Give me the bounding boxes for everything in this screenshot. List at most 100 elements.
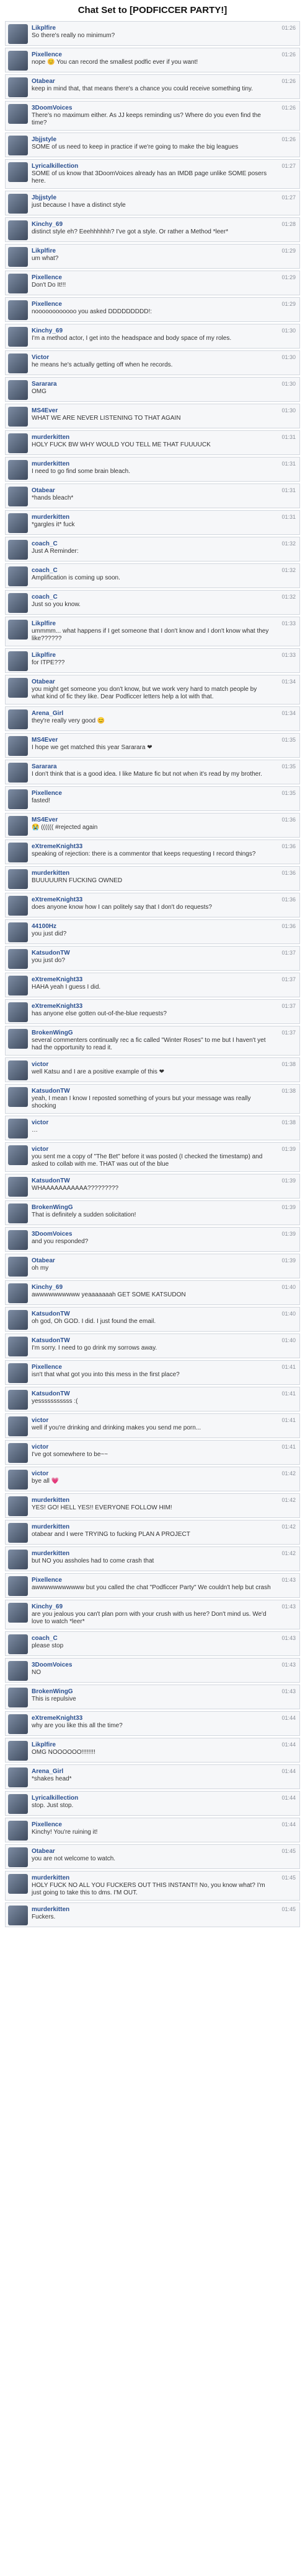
- user-avatar[interactable]: [8, 407, 28, 427]
- message-username[interactable]: Victor: [32, 353, 271, 362]
- user-avatar[interactable]: [8, 1496, 28, 1516]
- message-username[interactable]: KatsudonTW: [32, 1087, 271, 1095]
- message-username[interactable]: eXtremeKnight33: [32, 843, 271, 851]
- user-avatar[interactable]: [8, 1029, 28, 1049]
- message-username[interactable]: KatsudonTW: [32, 1177, 271, 1185]
- message-username[interactable]: Otabear: [32, 678, 271, 686]
- message-username[interactable]: eXtremeKnight33: [32, 1002, 271, 1010]
- message-username[interactable]: coach_C: [32, 540, 271, 548]
- user-avatar[interactable]: [8, 1119, 28, 1138]
- message-username[interactable]: MS4Ever: [32, 736, 271, 744]
- user-avatar[interactable]: [8, 843, 28, 862]
- user-avatar[interactable]: [8, 896, 28, 916]
- message-username[interactable]: eXtremeKnight33: [32, 896, 271, 904]
- message-username[interactable]: Sararara: [32, 380, 271, 388]
- message-username[interactable]: BrokenWingG: [32, 1688, 271, 1696]
- message-username[interactable]: coach_C: [32, 1634, 271, 1642]
- user-avatar[interactable]: [8, 1821, 28, 1841]
- user-avatar[interactable]: [8, 24, 28, 44]
- message-username[interactable]: Arena_Girl: [32, 1767, 271, 1776]
- user-avatar[interactable]: [8, 1390, 28, 1410]
- user-avatar[interactable]: [8, 274, 28, 293]
- message-username[interactable]: Pixellence: [32, 1821, 271, 1829]
- message-username[interactable]: Likplfire: [32, 1741, 271, 1749]
- message-username[interactable]: 3DoomVoices: [32, 104, 271, 112]
- message-username[interactable]: coach_C: [32, 593, 271, 601]
- user-avatar[interactable]: [8, 763, 28, 783]
- user-avatar[interactable]: [8, 1363, 28, 1383]
- user-avatar[interactable]: [8, 1257, 28, 1277]
- message-username[interactable]: Likplfire: [32, 24, 271, 32]
- user-avatar[interactable]: [8, 1688, 28, 1707]
- user-avatar[interactable]: [8, 162, 28, 182]
- user-avatar[interactable]: [8, 1906, 28, 1925]
- user-avatar[interactable]: [8, 136, 28, 155]
- message-username[interactable]: MS4Ever: [32, 407, 271, 415]
- user-avatar[interactable]: [8, 380, 28, 400]
- user-avatar[interactable]: [8, 949, 28, 969]
- user-avatar[interactable]: [8, 1337, 28, 1356]
- user-avatar[interactable]: [8, 540, 28, 560]
- message-username[interactable]: Jbjjstyle: [32, 194, 271, 202]
- user-avatar[interactable]: [8, 1603, 28, 1623]
- message-username[interactable]: Sararara: [32, 763, 271, 771]
- user-avatar[interactable]: [8, 1470, 28, 1490]
- message-username[interactable]: 3DoomVoices: [32, 1661, 271, 1669]
- user-avatar[interactable]: [8, 1576, 28, 1596]
- message-username[interactable]: BrokenWingG: [32, 1029, 271, 1037]
- user-avatar[interactable]: [8, 51, 28, 71]
- message-username[interactable]: Kinchy_69: [32, 327, 271, 335]
- user-avatar[interactable]: [8, 104, 28, 124]
- user-avatar[interactable]: [8, 77, 28, 97]
- user-avatar[interactable]: [8, 1283, 28, 1303]
- user-avatar[interactable]: [8, 1060, 28, 1080]
- user-avatar[interactable]: [8, 1661, 28, 1681]
- message-username[interactable]: victor: [32, 1443, 271, 1451]
- user-avatar[interactable]: [8, 513, 28, 533]
- message-username[interactable]: Kinchy_69: [32, 1603, 271, 1611]
- message-username[interactable]: KatsudonTW: [32, 1310, 271, 1318]
- message-username[interactable]: Lyricalkillection: [32, 1794, 271, 1802]
- message-username[interactable]: Arena_Girl: [32, 709, 271, 718]
- message-username[interactable]: Likplfire: [32, 247, 271, 255]
- user-avatar[interactable]: [8, 709, 28, 729]
- message-username[interactable]: Likplfire: [32, 651, 271, 659]
- message-username[interactable]: eXtremeKnight33: [32, 1714, 271, 1722]
- user-avatar[interactable]: [8, 1794, 28, 1814]
- message-username[interactable]: Pixellence: [32, 274, 271, 282]
- message-username[interactable]: eXtremeKnight33: [32, 976, 271, 984]
- message-username[interactable]: Kinchy_69: [32, 220, 271, 228]
- message-username[interactable]: Pixellence: [32, 1576, 271, 1584]
- user-avatar[interactable]: [8, 922, 28, 942]
- user-avatar[interactable]: [8, 789, 28, 809]
- user-avatar[interactable]: [8, 1002, 28, 1022]
- message-username[interactable]: Kinchy_69: [32, 1283, 271, 1291]
- message-username[interactable]: Otabear: [32, 487, 271, 495]
- user-avatar[interactable]: [8, 1741, 28, 1761]
- user-avatar[interactable]: [8, 1416, 28, 1436]
- user-avatar[interactable]: [8, 1847, 28, 1867]
- user-avatar[interactable]: [8, 1177, 28, 1197]
- user-avatar[interactable]: [8, 593, 28, 613]
- message-username[interactable]: Otabear: [32, 1257, 271, 1265]
- user-avatar[interactable]: [8, 1634, 28, 1654]
- user-avatar[interactable]: [8, 194, 28, 214]
- message-username[interactable]: murderkitten: [32, 1496, 271, 1504]
- message-username[interactable]: coach_C: [32, 566, 271, 575]
- user-avatar[interactable]: [8, 1523, 28, 1543]
- user-avatar[interactable]: [8, 1230, 28, 1250]
- message-username[interactable]: murderkitten: [32, 869, 271, 877]
- user-avatar[interactable]: [8, 1767, 28, 1787]
- user-avatar[interactable]: [8, 678, 28, 698]
- user-avatar[interactable]: [8, 1550, 28, 1569]
- message-username[interactable]: Pixellence: [32, 51, 271, 59]
- user-avatar[interactable]: [8, 620, 28, 640]
- message-username[interactable]: murderkitten: [32, 1874, 271, 1882]
- user-avatar[interactable]: [8, 1443, 28, 1463]
- user-avatar[interactable]: [8, 353, 28, 373]
- message-username[interactable]: Pixellence: [32, 1363, 271, 1371]
- user-avatar[interactable]: [8, 433, 28, 453]
- user-avatar[interactable]: [8, 220, 28, 240]
- message-username[interactable]: victor: [32, 1119, 271, 1127]
- user-avatar[interactable]: [8, 736, 28, 756]
